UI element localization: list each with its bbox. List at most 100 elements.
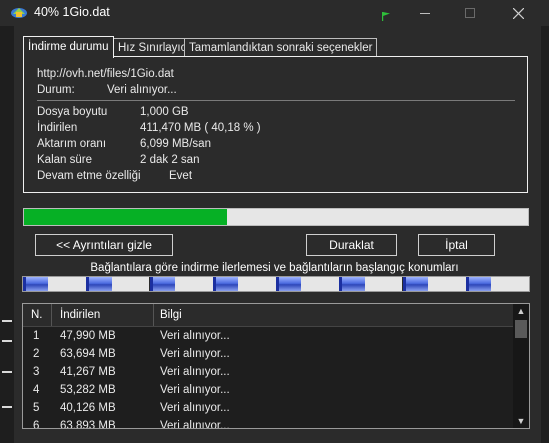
connection-progress-fill <box>402 277 428 291</box>
tab-download-status[interactable]: İndirme durumu <box>23 36 114 58</box>
connection-start-marker <box>339 277 343 291</box>
maximize-button[interactable] <box>450 2 490 24</box>
scroll-up-icon[interactable]: ▲ <box>513 304 529 318</box>
connections-caption: Bağlantılara göre indirme ilerlemesi ve … <box>90 262 459 274</box>
download-url: http://ovh.net/files/1Gio.dat <box>37 68 174 80</box>
row-info: Veri alınıyor... <box>160 420 230 429</box>
connection-segment <box>86 277 150 291</box>
connection-remaining <box>174 277 213 291</box>
connection-progress-fill <box>465 277 492 291</box>
column-divider <box>51 304 52 326</box>
connection-remaining <box>427 277 466 291</box>
scrollbar-thumb[interactable] <box>515 320 527 338</box>
tab-speed-limiter[interactable]: Hız Sınırlayıcı <box>113 38 195 57</box>
minimize-button[interactable] <box>405 2 445 24</box>
row-info: Veri alınıyor... <box>160 402 230 414</box>
column-header-downloaded[interactable]: İndirilen <box>60 304 100 326</box>
background-mark <box>2 320 12 322</box>
connection-segment <box>149 277 213 291</box>
window-title: 40% 1Gio.dat <box>34 5 110 19</box>
connection-start-marker <box>276 277 279 291</box>
title-bar: 40% 1Gio.dat <box>0 0 549 26</box>
minimize-icon <box>420 13 430 14</box>
row-downloaded: 41,267 MB <box>60 366 116 378</box>
time-left-label: Kalan süre <box>37 154 92 166</box>
connection-remaining <box>48 277 87 291</box>
connection-progress-fill <box>276 277 302 291</box>
background-window-left <box>0 26 14 443</box>
file-size-value: 1,000 GB <box>140 106 189 118</box>
vertical-scrollbar[interactable]: ▲ ▼ <box>513 304 529 428</box>
connections-progress-bar <box>22 276 530 292</box>
row-number: 2 <box>33 348 40 360</box>
transfer-rate-label: Aktarım oranı <box>37 138 107 150</box>
row-downloaded: 63,694 MB <box>60 348 116 360</box>
column-divider <box>153 304 154 326</box>
table-row[interactable]: 2 63,694 MB Veri alınıyor... <box>23 345 513 363</box>
maximize-icon <box>465 8 475 18</box>
scroll-down-icon[interactable]: ▼ <box>513 414 529 428</box>
resume-capability-value: Evet <box>169 170 193 182</box>
connection-remaining <box>238 277 276 291</box>
hide-details-button[interactable]: << Ayrıntıları gizle <box>35 234 173 256</box>
connection-segment <box>339 277 403 291</box>
connection-remaining <box>301 277 340 291</box>
pause-button[interactable]: Duraklat <box>306 234 397 256</box>
file-size-label: Dosya boyutu <box>37 106 108 118</box>
connection-progress-fill <box>339 277 365 291</box>
download-progress-bar <box>23 208 529 226</box>
connection-start-marker <box>465 277 469 291</box>
connection-segment <box>465 277 529 291</box>
divider <box>37 100 515 101</box>
row-downloaded: 40,126 MB <box>60 402 116 414</box>
row-number: 5 <box>33 402 40 414</box>
cancel-button[interactable]: İptal <box>418 234 495 256</box>
progress-bar-fill <box>24 209 227 225</box>
connection-start-marker <box>23 277 26 291</box>
row-info: Veri alınıyor... <box>160 330 230 342</box>
connection-segment <box>402 277 466 291</box>
connection-remaining <box>491 277 529 291</box>
row-downloaded: 47,990 MB <box>60 330 116 342</box>
downloaded-label: İndirilen <box>37 122 78 134</box>
idm-app-icon <box>11 8 27 18</box>
column-header-info[interactable]: Bilgi <box>160 304 182 326</box>
table-row[interactable]: 4 53,282 MB Veri alınıyor... <box>23 381 513 399</box>
download-status-panel: http://ovh.net/files/1Gio.dat Durum: Ver… <box>23 56 528 193</box>
row-number: 1 <box>33 330 40 342</box>
row-number: 6 <box>33 420 40 429</box>
row-info: Veri alınıyor... <box>160 348 230 360</box>
tab-after-completion[interactable]: Tamamlandıktan sonraki seçenekler <box>184 38 378 57</box>
row-downloaded: 53,282 MB <box>60 384 116 396</box>
table-row[interactable]: 3 41,267 MB Veri alınıyor... <box>23 363 513 381</box>
connection-remaining <box>364 277 403 291</box>
row-number: 4 <box>33 384 40 396</box>
row-info: Veri alınıyor... <box>160 366 230 378</box>
downloaded-value: 411,470 MB ( 40,18 % ) <box>140 122 261 134</box>
column-header-number[interactable]: N. <box>31 304 43 326</box>
connection-segment <box>276 277 340 291</box>
table-row[interactable]: 6 63,893 MB Veri alınıyor... <box>23 417 513 429</box>
connection-progress-fill <box>86 277 112 291</box>
background-mark <box>2 340 12 342</box>
connection-progress-fill <box>149 277 175 291</box>
close-button[interactable] <box>498 2 538 24</box>
status-value: Veri alınıyor... <box>107 84 177 96</box>
status-label: Durum: <box>37 84 75 96</box>
time-left-value: 2 dak 2 san <box>140 154 200 166</box>
table-header: N. İndirilen Bilgi <box>23 304 513 327</box>
resume-capability-label: Devam etme özelliği <box>37 170 141 182</box>
background-mark <box>2 371 12 373</box>
transfer-rate-value: 6,099 MB/san <box>140 138 211 150</box>
connection-segment <box>23 277 87 291</box>
table-row[interactable]: 5 40,126 MB Veri alınıyor... <box>23 399 513 417</box>
connection-remaining <box>111 277 150 291</box>
background-mark <box>2 406 12 408</box>
row-info: Veri alınıyor... <box>160 384 230 396</box>
connection-start-marker <box>212 277 216 291</box>
table-row[interactable]: 1 47,990 MB Veri alınıyor... <box>23 327 513 345</box>
connection-progress-fill <box>212 277 239 291</box>
flag-icon <box>382 12 390 21</box>
close-icon <box>512 7 524 19</box>
connection-segment <box>212 277 276 291</box>
